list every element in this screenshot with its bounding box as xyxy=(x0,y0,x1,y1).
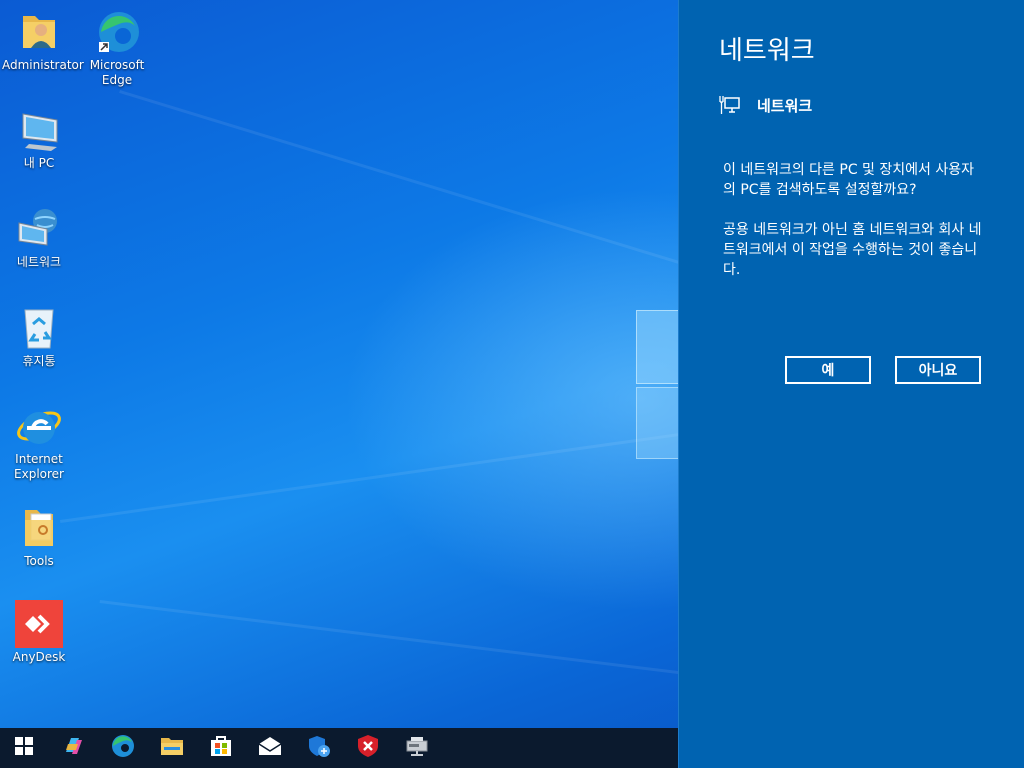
desktop-icon-network[interactable]: 네트워크 xyxy=(2,205,76,270)
desktop-icon-label: Internet Explorer xyxy=(14,452,64,481)
discovery-advice: 공용 네트워크가 아닌 홈 네트워크와 회사 네트워크에서 이 작업을 수행하는… xyxy=(723,222,982,278)
start-button[interactable] xyxy=(0,728,48,768)
desktop-icon-label: 네트워크 xyxy=(16,255,62,269)
network-item: 네트워크 xyxy=(719,94,812,116)
start-icon xyxy=(15,737,33,759)
edge-icon xyxy=(111,734,135,762)
internet-explorer-icon xyxy=(15,402,63,450)
desktop-icon-anydesk[interactable]: AnyDesk xyxy=(2,600,76,665)
taskbar-mail[interactable] xyxy=(246,728,294,768)
copilot-icon xyxy=(62,734,86,762)
user-folder-icon xyxy=(15,8,63,56)
recycle-bin-icon xyxy=(15,304,63,352)
wallpaper-light-beam xyxy=(99,600,716,679)
taskbar xyxy=(0,728,678,768)
network-discovery-panel: 네트워크 네트워크 이 네트워크의 다른 PC 및 장치에서 사용자의 PC를 … xyxy=(678,0,1024,768)
store-icon xyxy=(209,734,233,762)
desktop-icon-label: 내 PC xyxy=(23,156,55,170)
desktop-icon-recycle-bin[interactable]: 휴지통 xyxy=(2,304,76,369)
network-name: 네트워크 xyxy=(757,96,813,115)
desktop-icon-label: 휴지통 xyxy=(22,354,56,368)
taskbar-file-explorer[interactable] xyxy=(148,728,196,768)
mail-icon xyxy=(258,736,282,760)
network-icon xyxy=(15,205,63,253)
yes-button[interactable]: 예 xyxy=(785,356,871,384)
taskbar-antivirus[interactable] xyxy=(344,728,392,768)
taskbar-edge[interactable] xyxy=(99,728,147,768)
desktop-icon-label: Microsoft Edge xyxy=(89,58,145,87)
desktop-icon-this-pc[interactable]: 내 PC xyxy=(2,106,76,171)
no-button[interactable]: 아니요 xyxy=(895,356,981,384)
wired-network-icon xyxy=(719,94,741,116)
panel-message: 이 네트워크의 다른 PC 및 장치에서 사용자의 PC를 검색하도록 설정할까… xyxy=(723,160,983,300)
taskbar-security-center[interactable] xyxy=(295,728,343,768)
taskbar-store[interactable] xyxy=(197,728,245,768)
desktop-icon-label: AnyDesk xyxy=(12,650,66,664)
desktop-icon-administrator[interactable]: Administrator xyxy=(2,8,84,73)
computer-icon xyxy=(15,106,63,154)
network-drive-icon xyxy=(405,735,429,761)
discovery-question: 이 네트워크의 다른 PC 및 장치에서 사용자의 PC를 검색하도록 설정할까… xyxy=(723,162,974,198)
anydesk-icon xyxy=(15,600,63,648)
file-explorer-icon xyxy=(160,735,184,761)
desktop-icon-internet-explorer[interactable]: Internet Explorer xyxy=(2,402,76,482)
antivirus-icon xyxy=(356,734,380,762)
desktop-icon-edge[interactable]: Microsoft Edge xyxy=(80,8,154,88)
desktop-icon-label: Tools xyxy=(24,554,54,568)
taskbar-network-drive[interactable] xyxy=(393,728,441,768)
panel-title: 네트워크 xyxy=(719,36,815,66)
desktop-icon-label: Administrator xyxy=(2,58,84,72)
tools-folder-icon xyxy=(15,504,63,552)
security-center-icon xyxy=(307,734,331,762)
desktop-icon-tools[interactable]: Tools xyxy=(2,504,76,569)
edge-icon xyxy=(93,8,141,56)
taskbar-copilot[interactable] xyxy=(50,728,98,768)
